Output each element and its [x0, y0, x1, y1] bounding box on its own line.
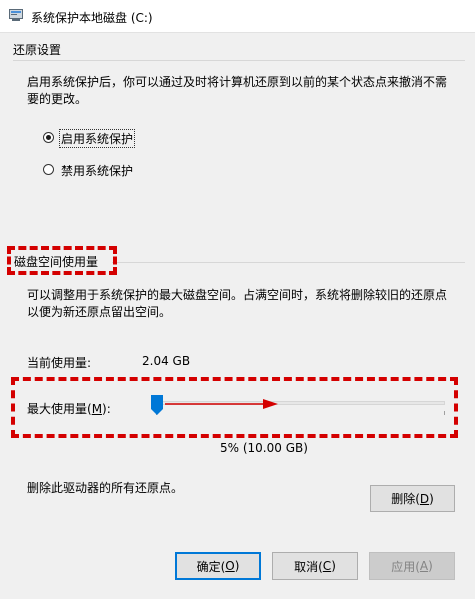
group-divider — [13, 60, 465, 61]
radio-button-checked[interactable] — [43, 132, 54, 143]
system-properties-icon — [9, 9, 23, 21]
current-usage-value: 2.04 GB — [142, 354, 191, 368]
max-usage-readout: 5% (10.00 GB) — [220, 441, 308, 455]
red-arrow-annotation — [165, 399, 278, 409]
disk-usage-group-title: 磁盘空间使用量 — [14, 255, 99, 269]
disk-usage-description-line1: 可以调整用于系统保护的最大磁盘空间。占满空间时，系统将删除较旧的还原点 — [27, 288, 448, 302]
radio-button-unchecked[interactable] — [43, 164, 54, 175]
restore-settings-description-line1: 启用系统保护后，你可以通过及时将计算机还原到以前的某个状态点来撤消不需 — [27, 75, 448, 89]
group-divider — [112, 262, 465, 263]
delete-button[interactable]: 删除(D) — [370, 485, 455, 512]
current-usage-label: 当前使用量: — [27, 356, 92, 370]
restore-settings-description-line2: 要的更改。 — [27, 92, 88, 106]
window-title: 系统保护本地磁盘 (C:) — [31, 11, 153, 25]
cancel-button[interactable]: 取消(C) — [272, 552, 358, 580]
ok-button[interactable]: 确定(O) — [175, 552, 261, 580]
max-usage-slider-thumb[interactable] — [151, 395, 163, 415]
max-usage-label: 最大使用量(M): — [27, 402, 111, 416]
disk-usage-description-line2: 以便为新还原点留出空间。 — [27, 305, 172, 319]
restore-settings-group-title: 还原设置 — [13, 43, 62, 57]
slider-tick — [444, 411, 445, 415]
radio-disable-label: 禁用系统保护 — [61, 164, 134, 178]
radio-enable-label: 启用系统保护 — [58, 129, 136, 148]
delete-restore-points-text: 删除此驱动器的所有还原点。 — [27, 481, 184, 495]
apply-button[interactable]: 应用(A) — [369, 552, 455, 580]
title-bar: 系统保护本地磁盘 (C:) — [0, 0, 475, 33]
